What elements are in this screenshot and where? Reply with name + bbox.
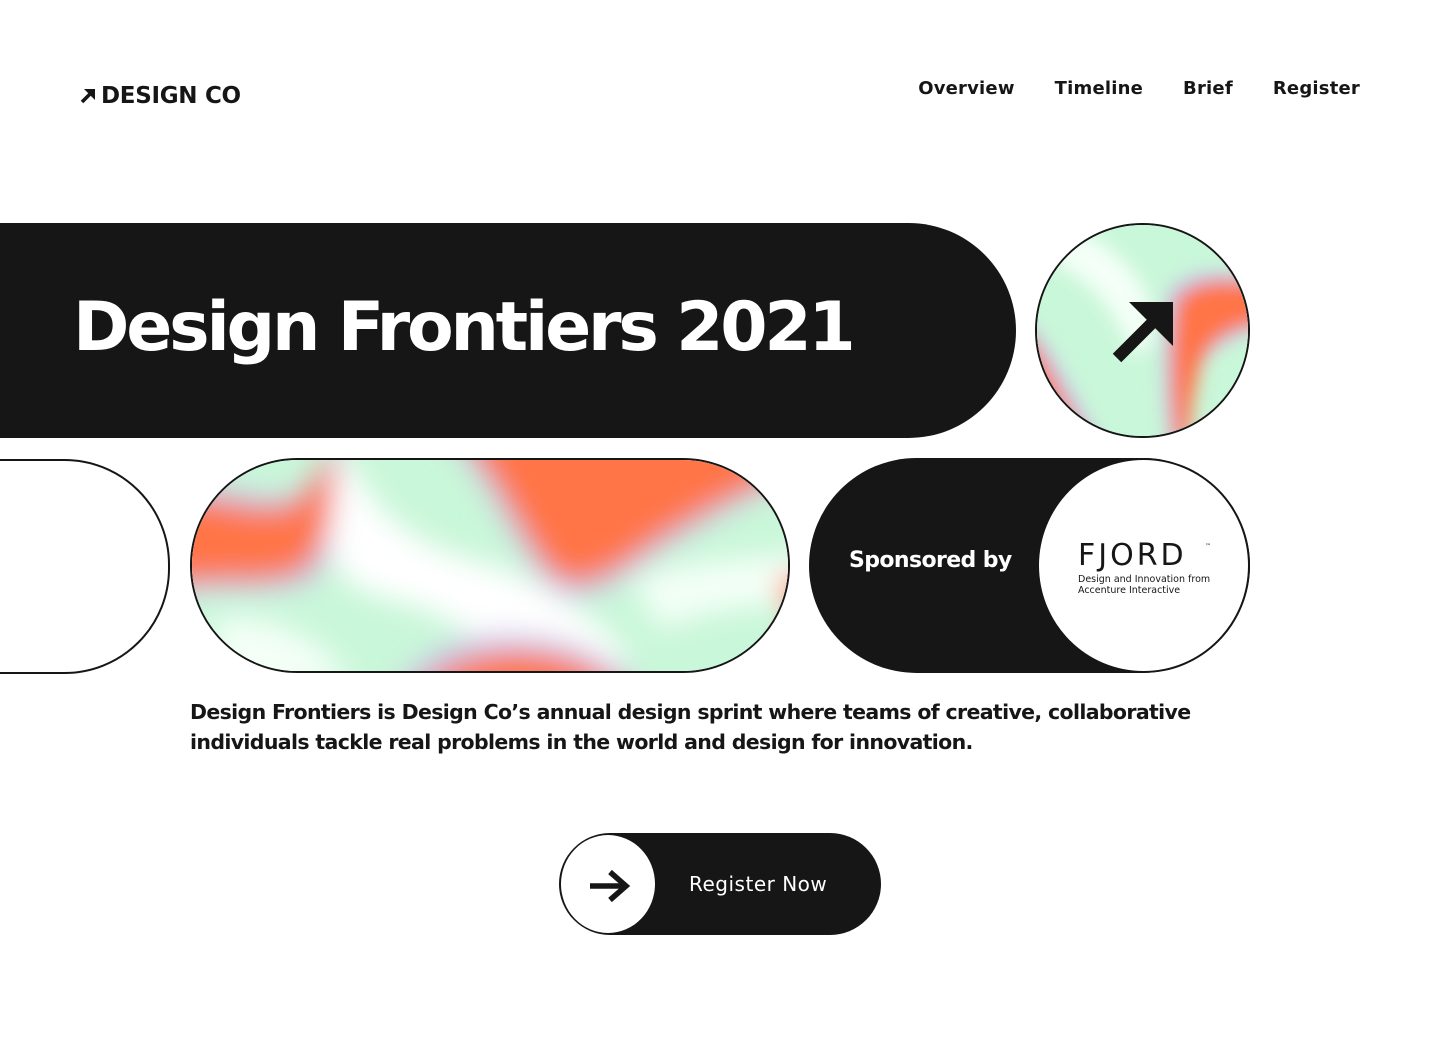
- gradient-pill: [190, 458, 790, 673]
- main-nav: Overview Timeline Brief Register: [918, 76, 1360, 102]
- nav-link-register[interactable]: Register: [1273, 76, 1360, 102]
- logo[interactable]: DESIGN CO: [78, 81, 241, 111]
- arrow-up-right-icon: [80, 89, 95, 104]
- cta-icon-circle: [561, 835, 655, 933]
- register-now-label: Register Now: [689, 872, 828, 896]
- arrow-up-right-icon: [1112, 302, 1173, 363]
- gradient-arrow-circle[interactable]: [1035, 223, 1250, 438]
- nav-link-timeline[interactable]: Timeline: [1055, 76, 1143, 102]
- arrow-right-icon: [590, 869, 631, 903]
- event-description: Design Frontiers is Design Co’s annual d…: [190, 700, 1191, 754]
- sponsor-name: FJORD: [1078, 538, 1187, 573]
- decorative-outline-pill: [0, 459, 170, 674]
- nav-link-brief[interactable]: Brief: [1183, 76, 1233, 102]
- gradient-artwork: [192, 460, 788, 671]
- trademark-symbol: ™: [1205, 543, 1211, 550]
- sponsor-tagline: Design and Innovation from Accenture Int…: [1078, 574, 1211, 596]
- logo-text: DESIGN CO: [101, 83, 241, 109]
- page-title: Design Frontiers 2021: [73, 288, 856, 367]
- sponsor-label: Sponsored by: [849, 548, 1012, 573]
- page: DESIGN CO Overview Timeline Brief Regist…: [0, 0, 1440, 1037]
- sponsor-logo[interactable]: FJORD ™ Design and Innovation from Accen…: [1037, 458, 1250, 673]
- register-now-button[interactable]: Register Now: [559, 833, 881, 935]
- sponsor-pill: Sponsored by FJORD ™ Design and Innovati…: [809, 458, 1250, 673]
- nav-link-overview[interactable]: Overview: [918, 76, 1014, 102]
